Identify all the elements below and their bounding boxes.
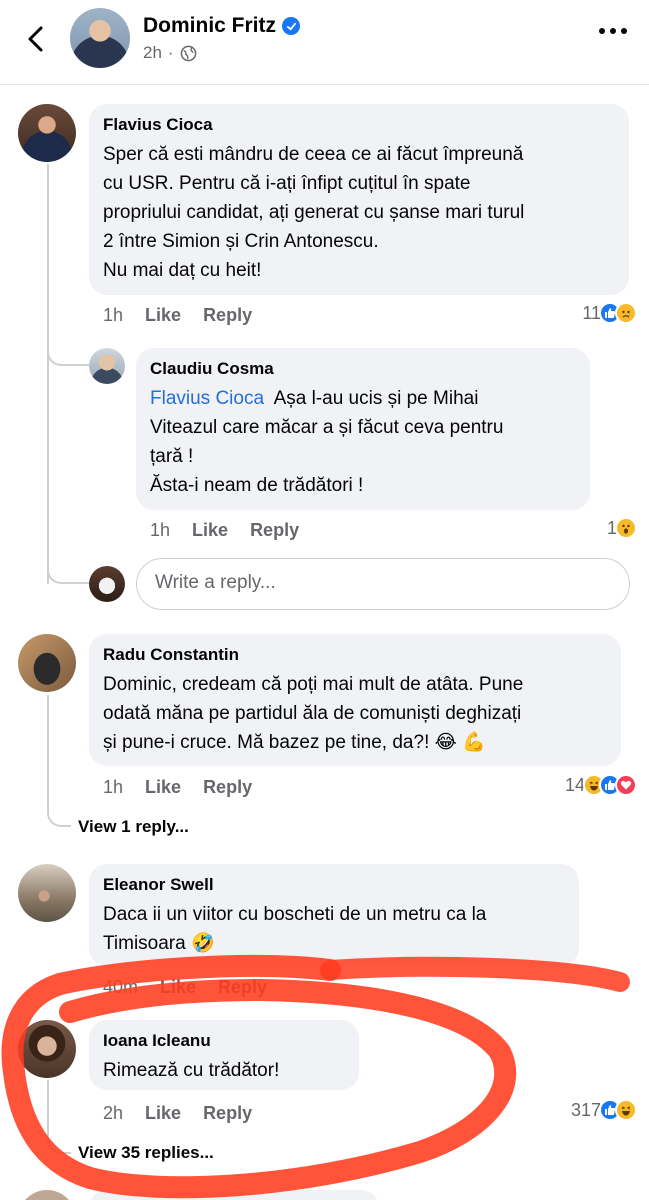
comment-text-line: Daca ii un viitor cu boscheti de un metr…: [103, 904, 487, 925]
reply-button[interactable]: Reply: [218, 977, 267, 998]
like-button[interactable]: Like: [192, 520, 228, 541]
post-meta: 2h ·: [143, 43, 197, 63]
comment-actions: 1h Like Reply: [103, 305, 252, 326]
comment-author[interactable]: Eleanor Swell: [103, 874, 565, 896]
like-button[interactable]: Like: [145, 305, 181, 326]
comment-text-line: odată măna pe partidul ăla de comuniști …: [103, 703, 522, 724]
reply-author[interactable]: Claudiu Cosma: [150, 358, 576, 380]
comment-actions: 40m Like Reply: [103, 977, 267, 998]
like-button[interactable]: Like: [160, 977, 196, 998]
haha-reaction-icon: [615, 1099, 637, 1121]
reaction-count: 14: [564, 774, 585, 795]
comment-actions: 1h Like Reply: [103, 777, 252, 798]
thread-connector: [47, 1080, 71, 1154]
more-options-icon[interactable]: [599, 28, 627, 34]
reaction-count: 317: [570, 1099, 601, 1120]
comment-bubble: Radu Constantin Dominic, credeam că poți…: [89, 634, 621, 766]
comment-time: 1h: [103, 777, 124, 797]
comment-text-line: Nu mai daț cu heit!: [103, 260, 262, 281]
view-replies-link[interactable]: View 1 reply...: [78, 817, 189, 837]
comment-author[interactable]: Radu Constantin: [103, 644, 607, 666]
reply-text-line: Ăsta-i neam de trădători !: [150, 475, 364, 496]
reply-text-line: țară !: [150, 446, 194, 467]
header-divider: [0, 84, 649, 85]
post-header: Dominic Fritz 2h ·: [0, 0, 649, 84]
reply-button[interactable]: Reply: [203, 1103, 252, 1124]
verified-badge-icon: [282, 17, 301, 35]
reply-time: 1h: [150, 520, 171, 540]
comment-time: 40m: [103, 977, 139, 997]
current-user-avatar[interactable]: [89, 566, 125, 602]
like-button[interactable]: Like: [145, 777, 181, 798]
commenter-avatar[interactable]: [18, 1190, 76, 1200]
comment-author[interactable]: Flavius Cioca: [103, 114, 615, 136]
reply-text-line: Flavius Cioca Așa l-au ucis și pe Mihai: [150, 384, 576, 413]
separator-dot: ·: [167, 43, 174, 62]
thread-line: [47, 164, 49, 584]
mention-link[interactable]: Flavius Cioca: [150, 388, 264, 409]
commenter-avatar[interactable]: [18, 104, 76, 162]
sad-reaction-icon: [615, 302, 637, 324]
comment-text-line: Rimează cu trădător!: [103, 1060, 280, 1081]
reaction-summary[interactable]: 11: [582, 302, 637, 324]
view-replies-link[interactable]: View 35 replies...: [78, 1143, 214, 1163]
comment-time: 1h: [103, 305, 124, 325]
reply-bubble: Claudiu Cosma Flavius Cioca Așa l-au uci…: [136, 348, 590, 510]
commenter-avatar[interactable]: [18, 1020, 76, 1078]
comment-text-line: 2 între Simion și Crin Antonescu.: [103, 231, 379, 252]
write-reply-input[interactable]: Write a reply...: [136, 558, 630, 610]
reply-button[interactable]: Reply: [250, 520, 299, 541]
commenter-avatar[interactable]: [18, 864, 76, 922]
commenter-avatar[interactable]: [89, 348, 125, 384]
thread-connector: [47, 540, 89, 584]
wow-reaction-icon: [615, 517, 637, 539]
author-avatar[interactable]: [70, 8, 130, 68]
back-arrow-icon[interactable]: [22, 24, 50, 54]
comment-text-line: și pune-i cruce. Mă bazez pe tine, da?! …: [103, 732, 486, 753]
comment-bubble: Flavius Cioca Sper că esti mândru de cee…: [89, 104, 629, 295]
comment-text-line: Dominic, credeam că poți mai mult de atâ…: [103, 674, 524, 695]
globe-icon: [180, 45, 196, 61]
love-reaction-icon: [615, 774, 637, 796]
comment-text-line: propriului candidat, ați generat cu șans…: [103, 202, 525, 223]
post-time: 2h: [143, 43, 162, 62]
reply-button[interactable]: Reply: [203, 305, 252, 326]
commenter-avatar[interactable]: [18, 634, 76, 692]
reaction-summary[interactable]: 317: [571, 1099, 637, 1121]
like-button[interactable]: Like: [145, 1103, 181, 1124]
reaction-summary[interactable]: 1: [607, 517, 637, 539]
reply-text-fragment: Așa l-au ucis și pe Mihai: [273, 388, 479, 409]
comment-actions: 2h Like Reply: [103, 1103, 252, 1124]
thread-connector: [47, 695, 71, 827]
author-name-row[interactable]: Dominic Fritz: [143, 14, 301, 38]
thread-connector: [47, 316, 89, 366]
reply-button[interactable]: Reply: [203, 777, 252, 798]
comment-bubble: [89, 1190, 379, 1200]
comment-time: 2h: [103, 1103, 124, 1123]
comment-author[interactable]: Ioana Icleanu: [103, 1030, 345, 1052]
comment-text-line: Timisoara 🤣: [103, 933, 215, 954]
author-name[interactable]: Dominic Fritz: [143, 14, 276, 38]
reply-actions: 1h Like Reply: [150, 520, 299, 541]
reaction-summary[interactable]: 14: [565, 774, 637, 796]
reply-text-line: Viteazul care măcar a și făcut ceva pent…: [150, 417, 504, 438]
comment-text-line: Sper că esti mândru de ceea ce ai făcut …: [103, 144, 524, 165]
comment-bubble: Ioana Icleanu Rimează cu trădător!: [89, 1020, 359, 1090]
comment-bubble: Eleanor Swell Daca ii un viitor cu bosch…: [89, 864, 579, 966]
comment-text-line: cu USR. Pentru că i-ați înfipt cuțitul î…: [103, 173, 471, 194]
